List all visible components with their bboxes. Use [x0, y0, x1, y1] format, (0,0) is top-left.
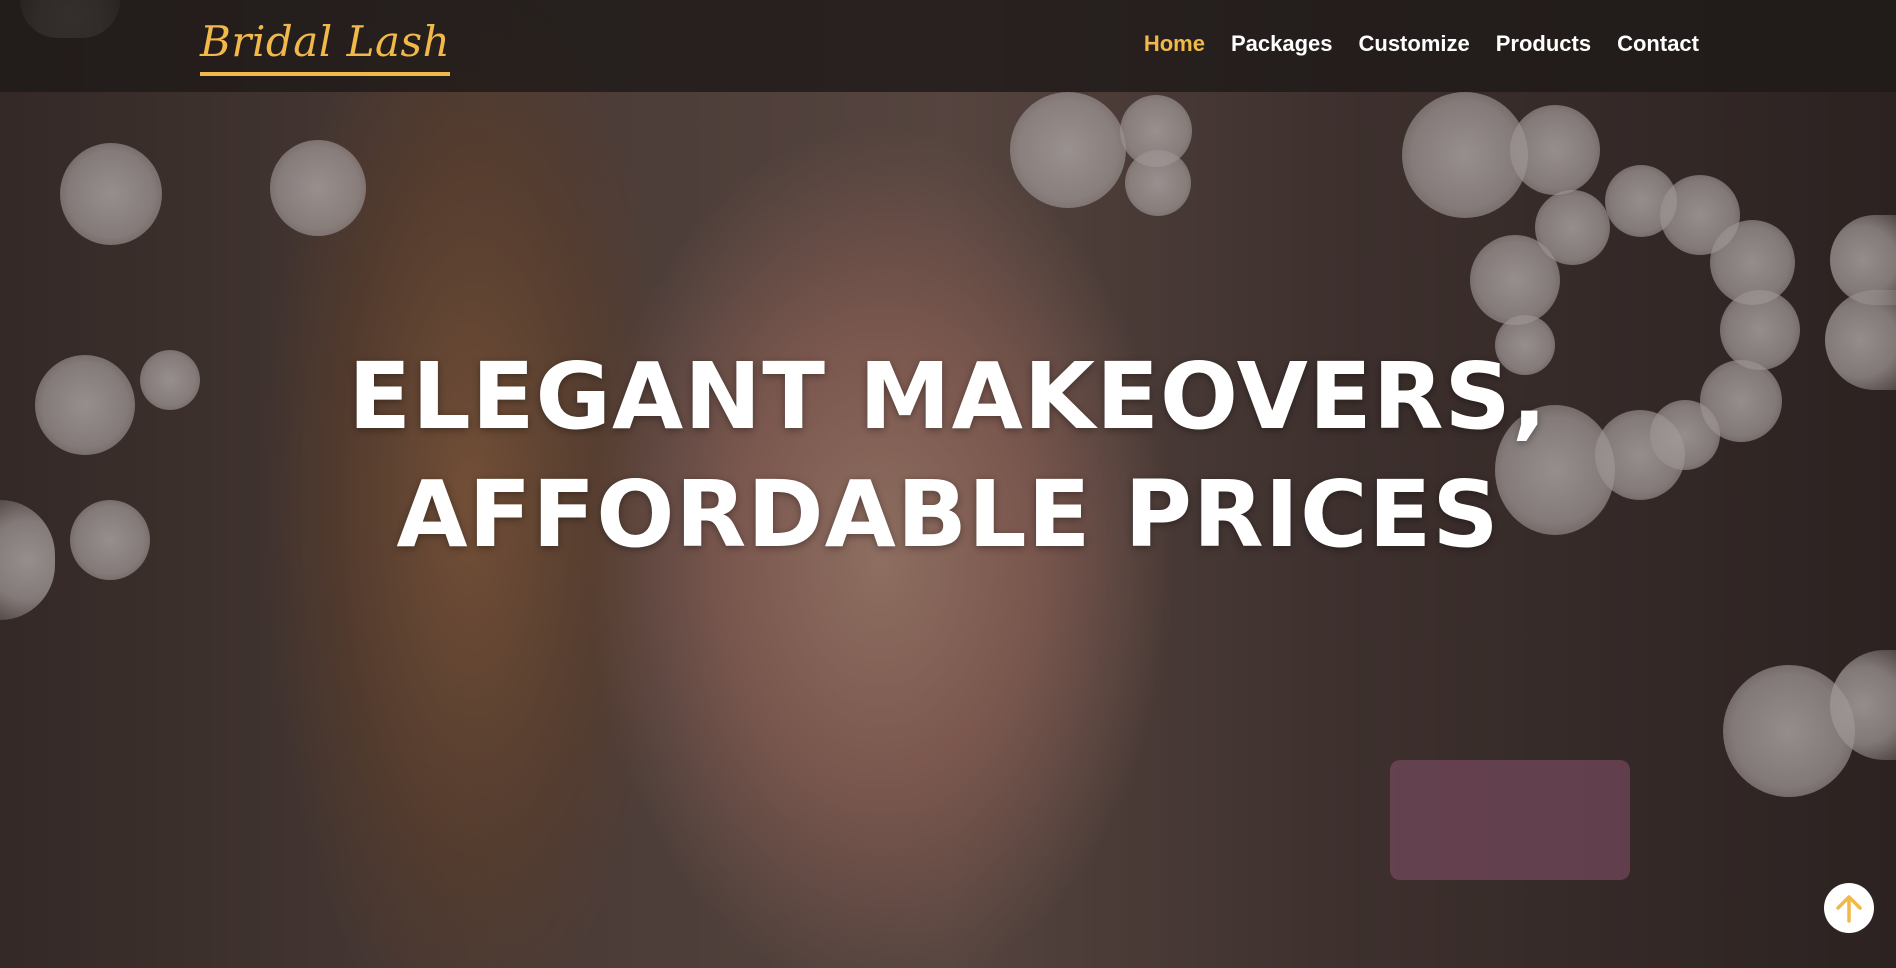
nav-item-packages[interactable]: Packages — [1231, 28, 1333, 60]
hero-headline-line-1: ELEGANT MAKEOVERS, — [348, 343, 1548, 450]
nav-item-home[interactable]: Home — [1144, 28, 1205, 60]
hero-section: Bridal Lash Home Packages Customize Prod… — [0, 0, 1896, 968]
scroll-to-top-button[interactable] — [1824, 883, 1874, 933]
navbar: Bridal Lash Home Packages Customize Prod… — [0, 0, 1896, 92]
main-nav: Home Packages Customize Products Contact — [1144, 28, 1699, 60]
arrow-up-icon — [1836, 895, 1862, 923]
hero-headline: ELEGANT MAKEOVERS, AFFORDABLE PRICES — [0, 338, 1896, 574]
nav-item-customize[interactable]: Customize — [1359, 28, 1470, 60]
brand-logo[interactable]: Bridal Lash — [200, 14, 451, 76]
hero-headline-line-2: AFFORDABLE PRICES — [396, 461, 1500, 568]
nav-item-products[interactable]: Products — [1496, 28, 1591, 60]
nav-item-contact[interactable]: Contact — [1617, 28, 1699, 60]
